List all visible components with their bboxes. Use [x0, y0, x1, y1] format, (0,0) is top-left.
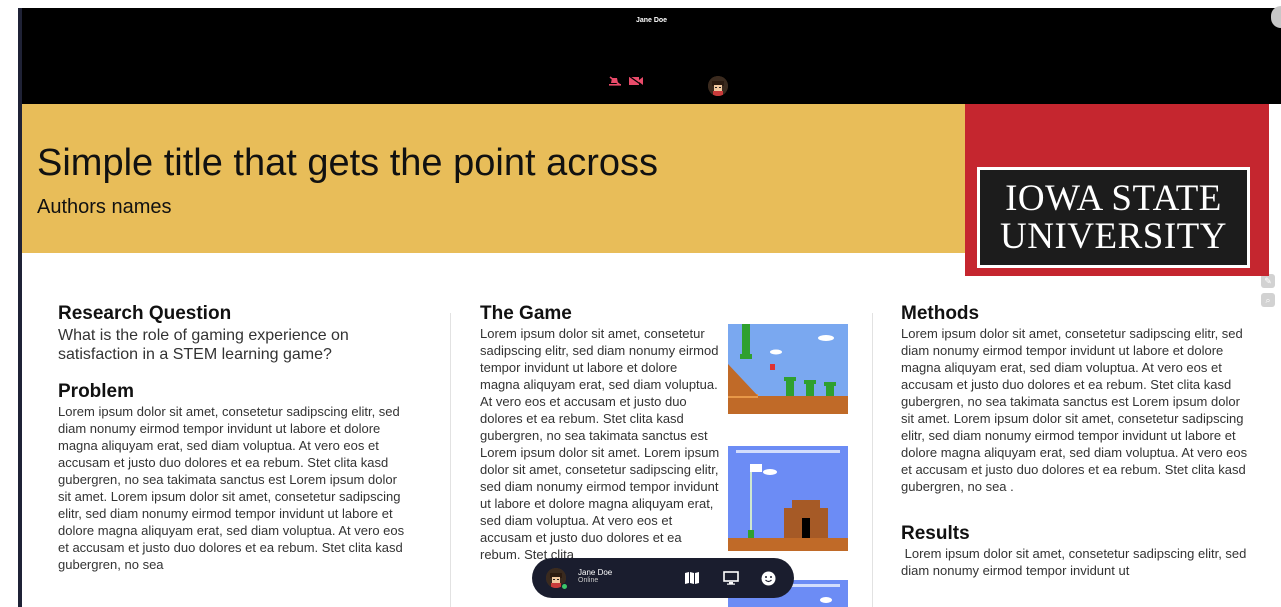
left-rail	[0, 0, 22, 607]
participant-name: Jane Doe	[635, 17, 668, 24]
game-text: Lorem ipsum dolor sit amet, consetetur s…	[480, 326, 720, 562]
game-heading: The Game	[480, 303, 572, 324]
poster-column-right: Methods Lorem ipsum dolor sit amet, cons…	[901, 303, 1251, 579]
video-strip: Jane Doe	[22, 8, 1281, 104]
problem-text: Lorem ipsum dolor sit amet, consetetur s…	[58, 404, 405, 572]
column-divider	[872, 313, 873, 607]
logo-line-2: UNIVERSITY	[1000, 215, 1227, 257]
poster-column-middle: The Game Lorem ipsum dolor sit amet, con…	[480, 303, 720, 563]
methods-heading: Methods	[901, 303, 980, 324]
camera-off-icon	[628, 75, 644, 87]
research-question-heading: Research Question	[58, 303, 232, 324]
game-screenshot	[728, 324, 848, 414]
logo-line-1: IOWA STATE	[1005, 177, 1222, 219]
poster-authors: Authors names	[37, 196, 172, 218]
screen-share-button[interactable]	[721, 568, 741, 588]
column-divider	[450, 313, 451, 607]
emoji-icon	[761, 571, 775, 585]
screen-share-icon	[723, 571, 739, 585]
results-heading: Results	[901, 523, 970, 544]
call-control-bar: Jane Doe Online	[532, 558, 794, 598]
poster-header: Simple title that gets the point across …	[22, 104, 965, 253]
mic-muted-icon	[609, 76, 621, 86]
poster-column-left: Research Question What is the role of ga…	[58, 303, 410, 573]
right-toolbar: ✎ ⌕	[1261, 274, 1275, 307]
map-icon	[685, 572, 699, 584]
problem-heading: Problem	[58, 381, 135, 402]
map-button[interactable]	[682, 568, 702, 588]
online-status-dot	[561, 583, 568, 590]
poster-title: Simple title that gets the point across	[37, 142, 658, 184]
call-user-status: Online	[578, 577, 599, 584]
media-state-icons	[608, 75, 644, 87]
edit-icon[interactable]: ✎	[1261, 274, 1275, 288]
game-screenshot	[728, 446, 848, 551]
emoji-button[interactable]	[758, 568, 778, 588]
call-user-name: Jane Doe	[578, 568, 613, 577]
university-logo: IOWA STATE UNIVERSITY	[965, 104, 1269, 276]
research-question-text: What is the role of gaming experience on…	[58, 327, 349, 363]
zoom-icon[interactable]: ⌕	[1261, 293, 1275, 307]
methods-text: Lorem ipsum dolor sit amet, consetetur s…	[901, 326, 1248, 494]
results-text: Lorem ipsum dolor sit amet, consetetur s…	[901, 546, 1251, 578]
avatar	[708, 76, 728, 96]
